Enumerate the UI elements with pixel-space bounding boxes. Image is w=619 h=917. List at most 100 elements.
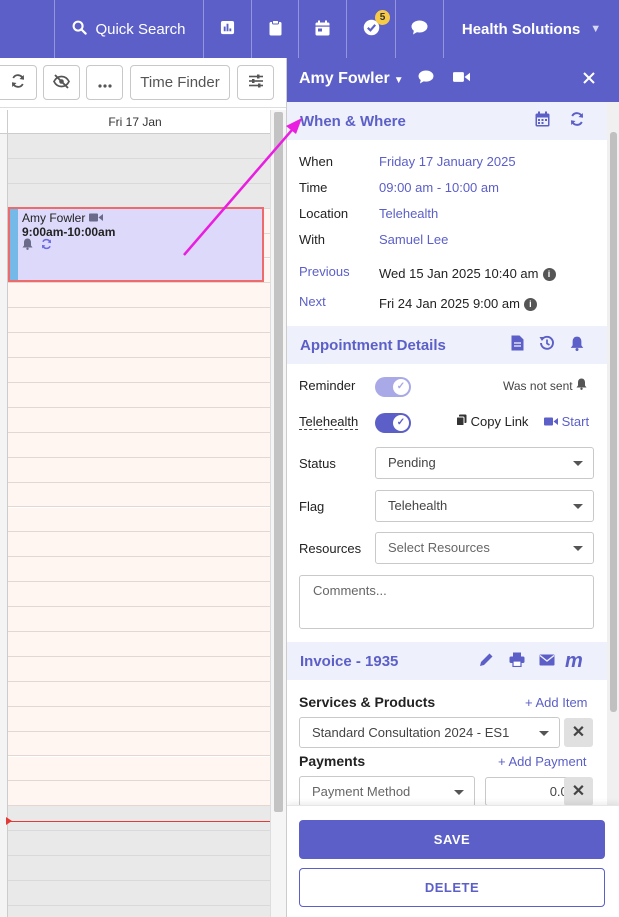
chevron-down-icon: ▼ (590, 23, 602, 35)
appointment-panel: Amy Fowler ▼ When & Where When Friday 17 … (286, 58, 619, 917)
time-slot-row[interactable] (8, 806, 270, 832)
time-slot-row[interactable] (8, 557, 270, 583)
chat-button[interactable] (395, 0, 443, 58)
time-finder-label: Time Finder (140, 74, 220, 91)
services-label: Services & Products (299, 694, 436, 710)
time-slot-row[interactable] (8, 407, 270, 433)
time-slot-row[interactable] (8, 582, 270, 608)
organization-menu[interactable]: Health Solutions ▼ (443, 0, 619, 58)
refresh-button[interactable] (0, 65, 37, 100)
telehealth-toggle[interactable]: ✓ (375, 413, 411, 433)
appointment-block[interactable]: Amy Fowler 9:00am-10:00am (8, 207, 264, 282)
email-icon[interactable] (539, 653, 555, 670)
hide-button[interactable] (43, 65, 80, 100)
service-value: Standard Consultation 2024 - ES1 (312, 725, 510, 740)
m-icon[interactable]: m (565, 650, 583, 673)
time-slot-row[interactable] (8, 607, 270, 632)
calendar-button[interactable] (298, 0, 346, 58)
time-slot-row[interactable] (8, 756, 270, 782)
payment-method-select[interactable]: Payment Method (299, 776, 475, 807)
day-column-header: Fri 17 Jan (0, 110, 270, 134)
time-slot-row[interactable] (8, 681, 270, 707)
add-item-link[interactable]: + Add Item (525, 695, 588, 710)
info-icon[interactable]: i (523, 298, 537, 311)
time-slot-row[interactable] (8, 905, 270, 917)
tasks-button[interactable]: 5 (346, 0, 395, 58)
calendar-icon (315, 20, 330, 39)
time-slot-row[interactable] (8, 731, 270, 757)
time-value[interactable]: 09:00 am - 10:00 am (379, 180, 499, 195)
time-slot-row[interactable] (8, 308, 270, 334)
time-slot-row[interactable] (8, 432, 270, 458)
time-slot-row[interactable] (8, 831, 270, 857)
time-slot-row[interactable] (8, 333, 270, 359)
time-slot-row[interactable] (8, 383, 270, 408)
info-icon[interactable]: i (542, 268, 556, 281)
comments-field[interactable]: Comments... (299, 575, 594, 629)
panel-scrollbar-thumb[interactable] (610, 132, 617, 712)
calendar-icon[interactable] (535, 111, 550, 131)
time-slot-row[interactable] (8, 632, 270, 657)
appointment-stripe (10, 209, 18, 280)
time-slot-row[interactable] (8, 507, 270, 533)
previous-appointment: Wed 15 Jan 2025 10:40 am (379, 266, 539, 281)
filter-settings-button[interactable] (237, 65, 274, 100)
resources-placeholder: Select Resources (388, 540, 490, 555)
time-slot-row[interactable] (8, 358, 270, 383)
bell-icon (22, 238, 36, 253)
time-slot-row[interactable] (8, 134, 270, 159)
history-icon[interactable] (539, 335, 555, 355)
document-icon[interactable] (511, 335, 524, 355)
remove-service-button[interactable]: ✕ (564, 718, 593, 747)
save-button[interactable]: SAVE (299, 820, 605, 859)
time-slot-row[interactable] (8, 706, 270, 732)
calendar-toolbar: Time Finder (0, 58, 286, 108)
reminder-toggle[interactable]: ✓ (375, 377, 411, 397)
time-slot-row[interactable] (8, 532, 270, 558)
chat-icon (411, 20, 428, 38)
service-select[interactable]: Standard Consultation 2024 - ES1 (299, 717, 560, 748)
calendar-scrollbar-thumb[interactable] (274, 112, 283, 812)
location-value[interactable]: Telehealth (379, 206, 438, 221)
reports-button[interactable] (203, 0, 251, 58)
time-slot-row[interactable] (8, 881, 270, 906)
time-slot-row[interactable] (8, 283, 270, 309)
add-payment-link[interactable]: + Add Payment (498, 754, 587, 769)
previous-link[interactable]: Previous (299, 264, 350, 279)
next-link[interactable]: Next (299, 294, 326, 309)
time-slot-row[interactable] (8, 183, 270, 209)
quick-search-button[interactable]: Quick Search (54, 0, 203, 58)
start-label: Start (561, 414, 590, 429)
flag-select[interactable]: Telehealth (375, 490, 594, 522)
print-icon[interactable] (509, 652, 525, 671)
resources-select[interactable]: Select Resources (375, 532, 594, 564)
time-finder-button[interactable]: Time Finder (130, 65, 230, 100)
time-slot-row[interactable] (8, 656, 270, 682)
status-select[interactable]: Pending (375, 447, 594, 479)
when-value[interactable]: Friday 17 January 2025 (379, 154, 516, 169)
video-icon (88, 211, 103, 225)
chat-icon[interactable] (418, 70, 434, 88)
video-icon[interactable] (453, 70, 470, 87)
with-value[interactable]: Samuel Lee (379, 232, 448, 247)
calendar-scrollbar[interactable] (270, 110, 286, 917)
copy-link-button[interactable]: Copy Link (456, 414, 528, 429)
start-telehealth-button[interactable]: Start (544, 414, 589, 429)
appointment-details-title: Appointment Details (300, 336, 446, 354)
bell-icon[interactable] (570, 336, 584, 355)
time-slot-row[interactable] (8, 856, 270, 881)
edit-icon[interactable] (479, 652, 494, 671)
invoice-section-header: Invoice - 1935 m (287, 642, 607, 680)
refresh-icon[interactable] (569, 111, 585, 131)
time-slot-row[interactable] (8, 457, 270, 483)
time-slot-row[interactable] (8, 158, 270, 184)
more-button[interactable] (86, 65, 123, 100)
clipboard-button[interactable] (251, 0, 298, 58)
delete-button[interactable]: DELETE (299, 868, 605, 907)
patient-name-menu[interactable]: Amy Fowler ▼ (299, 70, 404, 88)
panel-scrollbar[interactable] (607, 102, 619, 917)
close-icon[interactable] (583, 68, 595, 89)
time-slot-row[interactable] (8, 781, 270, 807)
remove-payment-button[interactable]: ✕ (564, 777, 593, 806)
time-slot-row[interactable] (8, 482, 270, 508)
